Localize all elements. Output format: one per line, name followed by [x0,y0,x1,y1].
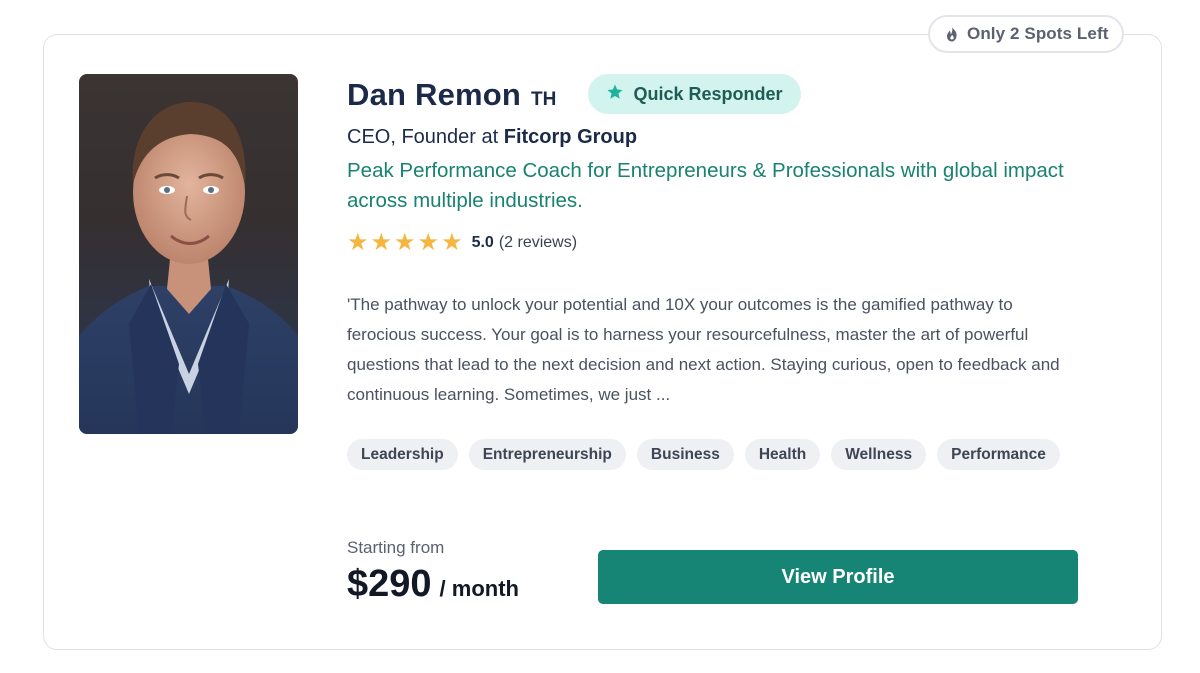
tag-leadership[interactable]: Leadership [347,439,458,470]
coach-company: Fitcorp Group [503,126,638,148]
coach-bio: 'The pathway to unlock your potential an… [347,295,1060,404]
coach-title: CEO, Founder at Fitcorp Group [347,126,637,149]
rating-score: 5.0 [471,234,494,251]
coach-photo[interactable] [79,74,298,434]
rating-stars: ★ ★ ★ ★ ★ [347,231,463,255]
price-label: Starting from [347,538,445,557]
name-row: Dan Remon TH [347,72,556,118]
spots-left-badge: Only 2 Spots Left [928,15,1124,53]
quick-responder-label: Quick Responder [633,83,783,104]
tag-list: Leadership Entrepreneurship Business Hea… [347,439,1060,470]
flame-icon [944,25,960,43]
tag-performance[interactable]: Performance [937,439,1060,470]
price-period: / month [439,576,519,601]
star-icon [606,83,624,106]
tag-wellness[interactable]: Wellness [831,439,927,470]
star-icon: ★ [441,229,463,256]
tag-health[interactable]: Health [744,439,821,470]
tag-business[interactable]: Business [636,439,734,470]
review-count: (2 reviews) [498,234,578,251]
star-icon: ★ [347,229,369,256]
tag-entrepreneurship[interactable]: Entrepreneurship [468,439,626,470]
coach-role: CEO, Founder at [347,126,504,148]
coach-portrait-image [79,102,298,434]
coach-name[interactable]: Dan Remon [347,77,521,113]
view-profile-button[interactable]: View Profile [598,550,1078,604]
price-amount: $290 [347,563,432,605]
star-icon: ★ [370,229,393,256]
star-icon: ★ [417,229,440,256]
coach-tagline: Peak Performance Coach for Entrepreneurs… [347,159,1064,212]
star-icon: ★ [394,229,416,256]
spots-left-label: Only 2 Spots Left [967,24,1109,43]
quick-responder-badge: Quick Responder [588,74,801,114]
country-code: TH [531,89,557,110]
price-row: $290 / month [347,563,519,606]
rating-row: ★ ★ ★ ★ ★ 5.0 (2 reviews) [347,230,577,256]
